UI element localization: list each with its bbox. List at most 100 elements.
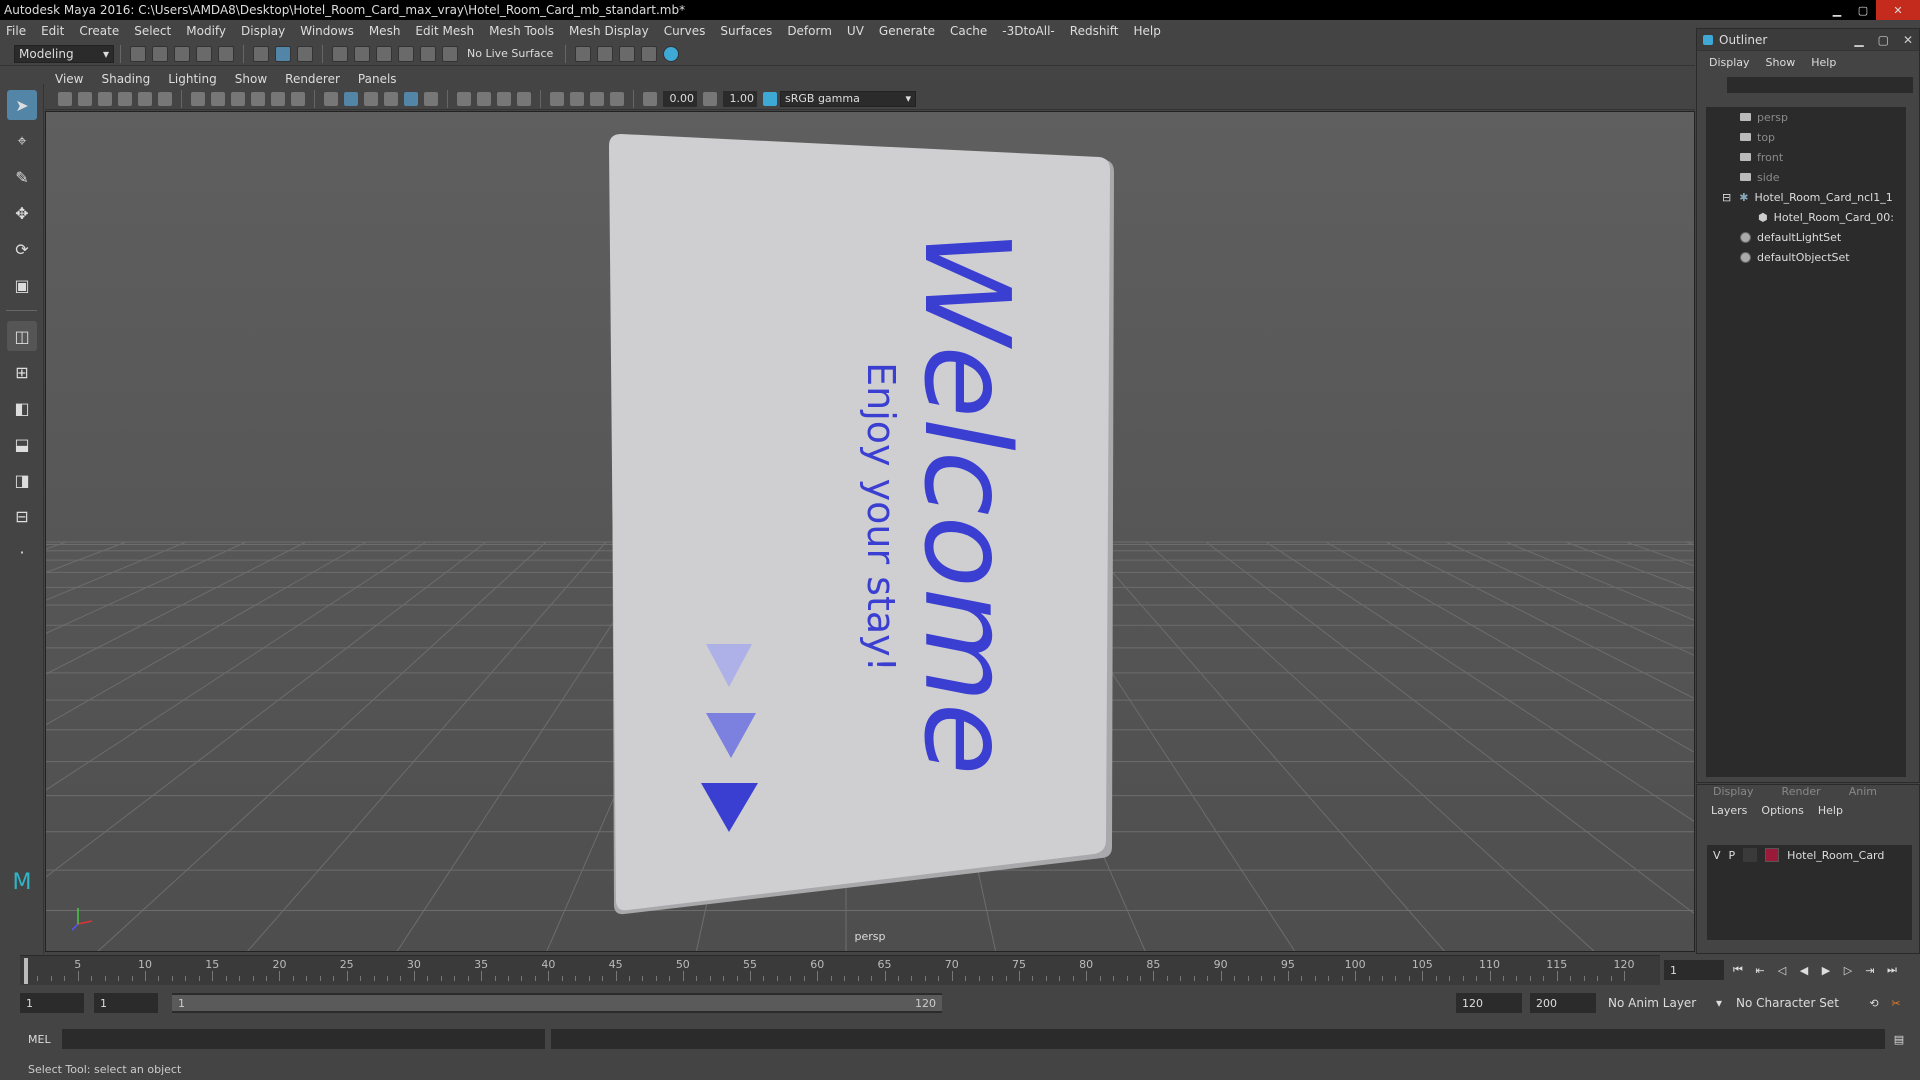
menu-redshift[interactable]: Redshift (1070, 24, 1119, 38)
step-back-frame-icon[interactable]: ◁ (1774, 962, 1790, 978)
scale-tool-icon[interactable]: ▣ (7, 270, 37, 300)
menu-cache[interactable]: Cache (950, 24, 987, 38)
play-backwards-icon[interactable]: ◀ (1796, 962, 1812, 978)
view-transform-dropdown[interactable]: sRGB gamma ▾ (780, 90, 916, 107)
gamma-icon[interactable] (703, 91, 717, 106)
outliner-menu-show[interactable]: Show (1766, 56, 1796, 69)
wireframe-icon[interactable] (324, 91, 338, 106)
expand-collapse-icon[interactable]: ⊟ (1722, 191, 1731, 204)
persp-outliner-layout-icon[interactable]: ◧ (7, 393, 37, 423)
menu-uv[interactable]: UV (847, 24, 864, 38)
panel-menu-show[interactable]: Show (235, 72, 267, 86)
panel-menu-view[interactable]: View (55, 72, 83, 86)
layer-playback-toggle[interactable]: P (1729, 849, 1736, 862)
camera-lock-icon[interactable] (78, 91, 92, 106)
menu-edit-mesh[interactable]: Edit Mesh (415, 24, 474, 38)
outliner-item[interactable]: persp (1706, 107, 1906, 127)
film-gate-icon[interactable] (138, 91, 152, 106)
anti-aliasing-icon[interactable] (517, 91, 531, 106)
textured-icon[interactable] (404, 91, 418, 106)
more-layouts-icon[interactable]: · (7, 537, 37, 567)
outliner-item[interactable]: front (1706, 147, 1906, 167)
shadows-icon[interactable] (457, 91, 471, 106)
menu-mesh-display[interactable]: Mesh Display (569, 24, 649, 38)
go-to-end-icon[interactable]: ⏭ (1884, 962, 1900, 978)
safe-title-icon[interactable] (291, 91, 305, 106)
script-editor-icon[interactable]: ▤ (1891, 1031, 1907, 1047)
menu-edit[interactable]: Edit (41, 24, 64, 38)
grease-pencil-icon[interactable] (158, 91, 172, 106)
animation-end-field[interactable]: 200 (1530, 993, 1596, 1013)
camera-attributes-icon[interactable] (58, 91, 72, 106)
layer-menu-help[interactable]: Help (1818, 804, 1843, 817)
outliner-item[interactable]: ⬢ Hotel_Room_Card_00: (1706, 207, 1906, 227)
move-tool-icon[interactable]: ✥ (7, 198, 37, 228)
live-surface-label[interactable]: No Live Surface (467, 47, 553, 60)
menu-windows[interactable]: Windows (300, 24, 354, 38)
menu-help[interactable]: Help (1133, 24, 1160, 38)
color-management-icon[interactable] (763, 91, 777, 106)
layer-display-type[interactable] (1743, 848, 1758, 862)
snap-point-icon[interactable] (376, 45, 392, 62)
four-view-layout-icon[interactable]: ⊞ (7, 357, 37, 387)
playback-end-field[interactable]: 120 (1456, 993, 1522, 1013)
default-material-icon[interactable] (364, 91, 378, 106)
play-forwards-icon[interactable]: ▶ (1818, 962, 1834, 978)
range-slider-handle[interactable]: 1 120 (172, 995, 942, 1011)
outliner-item[interactable]: ⊟ ✱ Hotel_Room_Card_ncl1_1 (1706, 187, 1906, 207)
close-icon[interactable]: ✕ (1903, 33, 1913, 47)
panel-menu-panels[interactable]: Panels (358, 72, 397, 86)
menu-file[interactable]: File (6, 24, 26, 38)
outliner-item[interactable]: defaultLightSet (1706, 227, 1906, 247)
persp-viewport[interactable]: Welcome Enjoy your stay! persp (45, 111, 1695, 952)
open-scene-icon[interactable] (152, 45, 168, 62)
paint-select-icon[interactable]: ✎ (7, 162, 37, 192)
step-back-key-icon[interactable]: ⇤ (1752, 962, 1768, 978)
menu-modify[interactable]: Modify (186, 24, 226, 38)
bookmark-icon[interactable] (98, 91, 112, 106)
render-frame-icon[interactable] (597, 45, 614, 62)
wireframe-on-shaded-icon[interactable] (384, 91, 398, 106)
smooth-shade-icon[interactable] (344, 91, 358, 106)
menu-create[interactable]: Create (79, 24, 119, 38)
snap-curve-icon[interactable] (354, 45, 370, 62)
xray-icon[interactable] (570, 91, 584, 106)
custom-layout-icon[interactable]: ⊟ (7, 501, 37, 531)
gamma-field[interactable]: 1.00 (723, 90, 757, 107)
screen-space-ao-icon[interactable] (477, 91, 491, 106)
save-scene-icon[interactable] (174, 45, 190, 62)
image-plane-icon[interactable] (118, 91, 132, 106)
menu-display[interactable]: Display (241, 24, 285, 38)
outliner-search-input[interactable] (1727, 77, 1913, 93)
xray-joints-icon[interactable] (590, 91, 604, 106)
character-set-dropdown[interactable]: No Character Set (1732, 994, 1862, 1012)
redo-icon[interactable] (218, 45, 234, 62)
snap-grid-icon[interactable] (332, 45, 348, 62)
outliner-item[interactable]: defaultObjectSet (1706, 247, 1906, 267)
menu-generate[interactable]: Generate (879, 24, 935, 38)
menu-deform[interactable]: Deform (787, 24, 832, 38)
snap-live-icon[interactable] (442, 45, 458, 62)
motion-blur-icon[interactable] (497, 91, 511, 106)
rotate-tool-icon[interactable]: ⟳ (7, 234, 37, 264)
close-icon[interactable]: ✕ (1876, 0, 1920, 20)
anim-layer-dropdown[interactable]: No Anim Layer ▾ (1604, 994, 1726, 1012)
mode-dropdown[interactable]: Modeling ▾ (14, 44, 114, 63)
lasso-tool-icon[interactable]: ⌖ (7, 126, 37, 156)
current-frame-field[interactable]: 1 (1664, 960, 1724, 980)
snap-view-icon[interactable] (398, 45, 414, 62)
command-language-label[interactable]: MEL (28, 1033, 62, 1046)
outliner-item[interactable]: side (1706, 167, 1906, 187)
render-settings-icon[interactable] (575, 45, 592, 62)
layer-menu-layers[interactable]: Layers (1711, 804, 1747, 817)
select-component-icon[interactable] (297, 45, 313, 62)
persp-graph-layout-icon[interactable]: ⬓ (7, 429, 37, 459)
layer-tab-display[interactable]: Display (1713, 785, 1754, 799)
maximize-icon[interactable]: ▢ (1850, 0, 1876, 20)
auto-key-icon[interactable]: ⟲ (1866, 995, 1882, 1011)
current-time-indicator[interactable] (24, 958, 28, 984)
snap-surface-icon[interactable] (420, 45, 436, 62)
animation-start-field[interactable]: 1 (20, 993, 84, 1013)
time-slider[interactable]: 5 10 15 20 25 30 35 40 45 50 55 60 65 70 75 80 85 90 95 100… (20, 955, 1660, 985)
ipr-render-icon[interactable] (619, 45, 636, 62)
